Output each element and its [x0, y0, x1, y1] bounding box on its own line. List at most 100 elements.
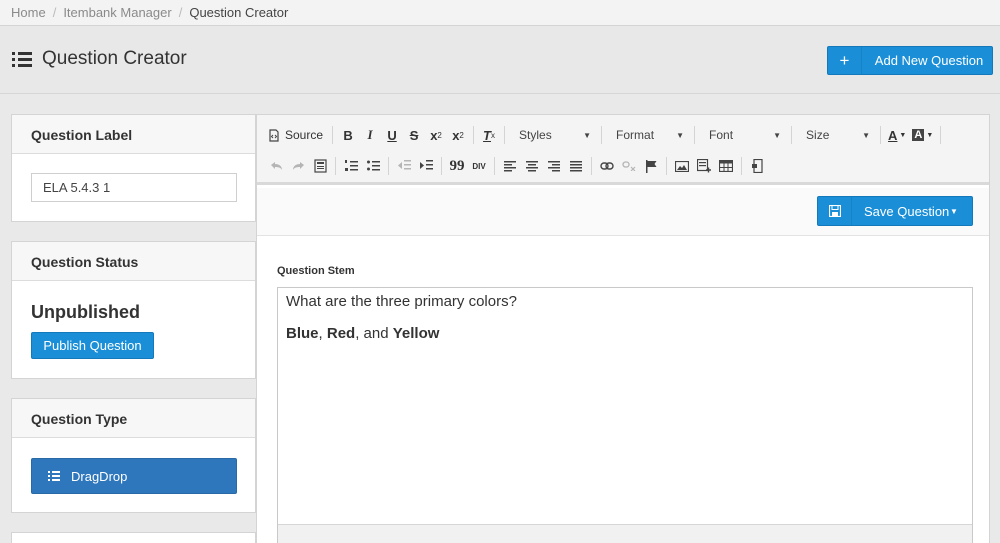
remove-format-button[interactable]: Tx	[478, 124, 500, 146]
image-button[interactable]	[671, 155, 693, 177]
toolbar-separator	[940, 126, 942, 144]
underline-button[interactable]: U	[381, 124, 403, 146]
redo-icon	[292, 162, 304, 170]
align-right-icon	[548, 160, 560, 171]
breadcrumb-separator: /	[178, 5, 183, 20]
table-button[interactable]	[715, 155, 737, 177]
add-new-question-button[interactable]: + Add New Question	[827, 46, 993, 75]
align-center-icon	[526, 160, 538, 171]
insert-element-button[interactable]	[693, 155, 715, 177]
toolbar-separator	[591, 157, 592, 175]
format-label: Format	[616, 128, 655, 142]
toolbar-separator	[335, 157, 336, 175]
redo-button[interactable]	[287, 155, 309, 177]
breadcrumb-home[interactable]: Home	[11, 5, 46, 20]
publish-question-button[interactable]: Publish Question	[31, 332, 154, 359]
answer-separator: , and	[355, 325, 393, 342]
question-stem-editor[interactable]: What are the three primary colors? Blue,…	[277, 287, 973, 543]
align-right-button[interactable]	[543, 155, 565, 177]
question-type-button[interactable]: DragDrop	[31, 458, 237, 494]
superscript-mark: 2	[459, 130, 464, 140]
unlink-button[interactable]	[618, 155, 640, 177]
bulleted-list-button[interactable]	[362, 155, 384, 177]
question-editor: Source B I U S x2 x2 Tx Styles ▼ Format ▼ …	[256, 114, 990, 543]
size-label: Size	[806, 128, 830, 142]
toolbar-separator	[504, 126, 506, 144]
font-label: Font	[709, 128, 734, 142]
anchor-button[interactable]	[640, 155, 662, 177]
answer-word: Yellow	[392, 325, 440, 342]
superscript-base: x	[452, 127, 460, 143]
question-type-heading: Question Type	[12, 399, 255, 438]
page-break-button[interactable]	[746, 155, 768, 177]
remove-format-mark: x	[491, 130, 495, 140]
justify-icon	[570, 160, 582, 171]
italic-button[interactable]: I	[359, 124, 381, 146]
toolbar-separator	[694, 126, 696, 144]
numbered-list-button[interactable]	[340, 155, 362, 177]
paste-from-word-button[interactable]	[309, 155, 331, 177]
link-button[interactable]	[596, 155, 618, 177]
toolbar-separator	[601, 126, 603, 144]
create-div-button[interactable]: DIV	[468, 155, 490, 177]
page-title: Question Creator	[12, 48, 187, 70]
page-break-icon	[751, 159, 763, 173]
stem-answer-text: Blue, Red, and Yellow	[286, 325, 439, 342]
save-question-button[interactable]: Save Question ▼	[817, 196, 973, 226]
toolbar-row-1: Source B I U S x2 x2 Tx Styles ▼ Format ▼ …	[265, 123, 945, 147]
chevron-down-icon: ▼	[862, 130, 871, 140]
status-value: Unpublished	[31, 302, 140, 322]
text-color-glyph: A	[888, 127, 898, 143]
save-question-label: Save Question	[864, 203, 950, 219]
text-color-button[interactable]: A ▼	[885, 124, 909, 146]
align-center-button[interactable]	[521, 155, 543, 177]
chevron-down-icon: ▼	[676, 130, 685, 140]
align-left-button[interactable]	[499, 155, 521, 177]
justify-button[interactable]	[565, 155, 587, 177]
font-dropdown[interactable]: Font ▼	[699, 124, 787, 146]
page-header: Question Creator + Add New Question	[0, 27, 1000, 94]
paste-icon	[313, 159, 327, 173]
subscript-button[interactable]: x2	[425, 124, 447, 146]
chevron-down-icon: ▼	[926, 131, 934, 139]
answer-separator: ,	[318, 325, 327, 342]
superscript-button[interactable]: x2	[447, 124, 469, 146]
undo-button[interactable]	[265, 155, 287, 177]
chevron-down-icon: ▼	[583, 130, 592, 140]
size-dropdown[interactable]: Size ▼	[796, 124, 876, 146]
question-status-panel: Question Status Unpublished Publish Ques…	[11, 241, 256, 379]
next-panel	[11, 532, 256, 543]
toolbar-separator	[332, 126, 334, 144]
add-new-question-label: Add New Question	[874, 53, 984, 68]
subscript-mark: 2	[437, 130, 442, 140]
editor-status-bar	[278, 524, 972, 543]
breadcrumb-separator: /	[52, 5, 57, 20]
format-dropdown[interactable]: Format ▼	[606, 124, 690, 146]
strikethrough-button[interactable]: S	[403, 124, 425, 146]
blockquote-button[interactable]: 99	[446, 155, 468, 177]
question-type-label: DragDrop	[71, 468, 128, 484]
insert-icon	[697, 159, 711, 173]
question-label-input[interactable]	[31, 173, 237, 202]
flag-icon	[645, 159, 656, 173]
breadcrumb: Home / Itembank Manager / Question Creator	[0, 0, 1000, 26]
breadcrumb-current: Question Creator	[189, 5, 289, 20]
increase-indent-button[interactable]	[415, 155, 437, 177]
breadcrumb-itembank-manager[interactable]: Itembank Manager	[63, 5, 171, 20]
bg-color-button[interactable]: A ▼	[909, 124, 936, 146]
subscript-base: x	[430, 127, 438, 143]
bold-button[interactable]: B	[337, 124, 359, 146]
question-status-heading: Question Status	[12, 242, 255, 281]
source-button[interactable]: Source	[265, 124, 328, 146]
styles-label: Styles	[519, 128, 552, 142]
decrease-indent-button[interactable]	[393, 155, 415, 177]
bg-color-glyph: A	[912, 129, 925, 141]
undo-icon	[270, 162, 282, 170]
toolbar-row-2: 99 DIV	[265, 154, 768, 178]
chevron-down-icon: ▼	[773, 130, 782, 140]
outdent-icon	[397, 160, 411, 170]
answer-word: Blue	[286, 325, 319, 342]
styles-dropdown[interactable]: Styles ▼	[509, 124, 597, 146]
save-strip: Save Question ▼	[257, 188, 989, 236]
image-icon	[675, 160, 689, 172]
